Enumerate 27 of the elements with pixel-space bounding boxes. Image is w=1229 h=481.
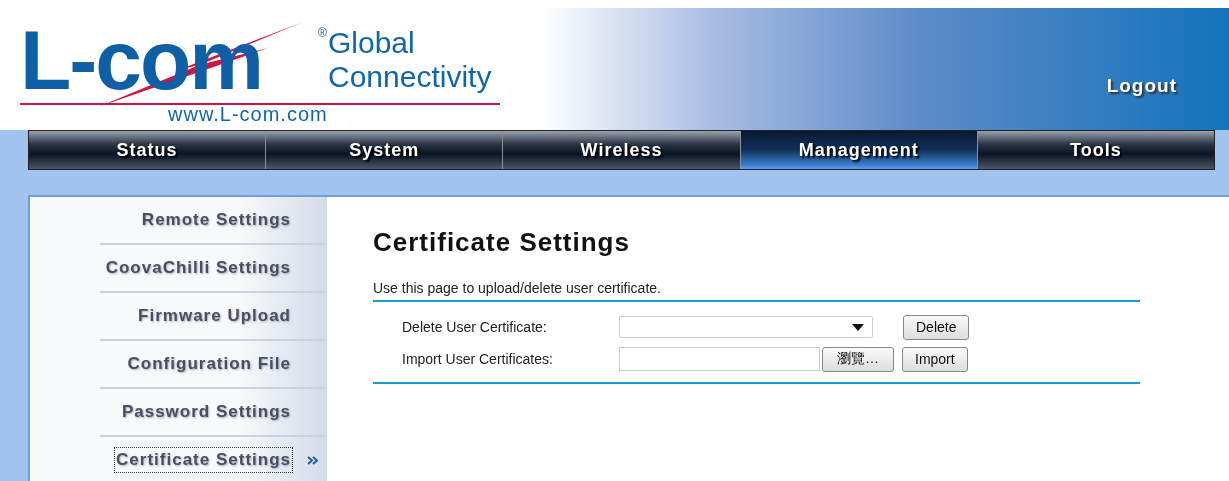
sidebar-item[interactable]: Certificate Settings: [114, 447, 293, 473]
nav-tab[interactable]: System: [266, 131, 504, 169]
browse-button[interactable]: 瀏覽…: [822, 346, 894, 372]
field-label: Import User Certificates:: [402, 351, 554, 367]
chevron-icon: [307, 456, 319, 465]
sidebar-item[interactable]: Configuration File: [125, 351, 293, 377]
sidebar-item[interactable]: CoovaChilli Settings: [103, 255, 293, 281]
logo-tagline: Global: [328, 28, 415, 58]
dropdown-arrow-icon: [852, 323, 864, 331]
nav-tab[interactable]: Tools: [977, 131, 1214, 169]
logout-link[interactable]: Logout: [1106, 75, 1177, 97]
page-description: Use this page to upload/delete user certificate.: [373, 280, 1140, 302]
certificate-dropdown[interactable]: [619, 316, 873, 338]
sidebar-item[interactable]: Firmware Upload: [136, 303, 293, 329]
field-label: Delete User Certificate:: [402, 319, 548, 335]
file-path-field[interactable]: [619, 347, 820, 371]
nav-tab[interactable]: Wireless: [503, 131, 741, 169]
page-title: Certificate Settings: [373, 227, 631, 258]
nav-tab[interactable]: Status: [29, 131, 267, 169]
logo-url: www.L-com.com: [168, 103, 328, 126]
registered-mark: ®: [318, 26, 327, 40]
delete-button[interactable]: Delete: [903, 314, 970, 340]
sidebar-item[interactable]: Remote Settings: [139, 207, 293, 233]
import-button[interactable]: Import: [902, 346, 968, 372]
nav-tab[interactable]: Management: [740, 131, 978, 169]
sidebar-item[interactable]: Password Settings: [119, 399, 293, 425]
logo-tagline: Connectivity: [328, 62, 492, 92]
